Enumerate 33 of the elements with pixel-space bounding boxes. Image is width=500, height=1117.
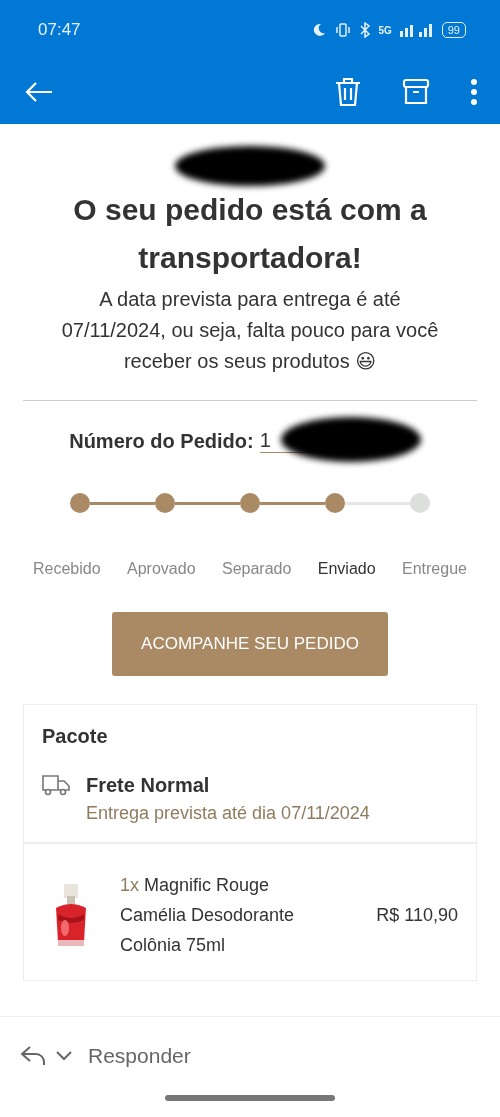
- track-order-button[interactable]: ACOMPANHE SEU PEDIDO: [112, 612, 388, 676]
- back-button[interactable]: [24, 80, 54, 104]
- headline: O seu pedido está com a transportadora!: [72, 192, 428, 276]
- delete-button[interactable]: [334, 77, 362, 107]
- product-price: R$ 110,90: [376, 904, 458, 926]
- step-label: Aprovado: [127, 560, 196, 578]
- bluetooth-icon: [360, 22, 371, 38]
- archive-button[interactable]: [402, 78, 430, 106]
- reply-button[interactable]: Responder: [82, 1044, 191, 1068]
- step-label: Entregue: [402, 560, 467, 578]
- network-label: 5G: [378, 24, 392, 36]
- order-label: Número do Pedido:: [69, 429, 254, 453]
- more-button[interactable]: [470, 78, 478, 106]
- step-label: Enviado: [317, 560, 376, 578]
- message-text: A data prevista para entrega é até 07/11/2024, ou seja, falta pouco para você receber os seus produtos 😃: [60, 287, 440, 374]
- chevron-down-icon[interactable]: [56, 1051, 72, 1061]
- step-connector: [175, 501, 240, 505]
- step-label: Recebido: [33, 560, 101, 578]
- step-connector: [90, 501, 155, 505]
- step-label: Separado: [221, 560, 292, 578]
- shipping-method: Frete Normal: [86, 774, 211, 797]
- truck-icon: [42, 774, 70, 796]
- reply-icon: [20, 1045, 46, 1067]
- step-connector: [260, 501, 325, 505]
- package-title: Pacote: [42, 725, 109, 748]
- vibrate-icon: [334, 23, 353, 37]
- battery-level: 99: [441, 22, 466, 38]
- order-number[interactable]: 1: [259, 429, 271, 453]
- clock-time: 07:47: [38, 20, 81, 40]
- delivery-estimate: Entrega prevista até dia 07/11/2024: [86, 803, 370, 824]
- moon-icon: [312, 23, 327, 37]
- signal-icon: [399, 23, 434, 37]
- product-name: 1x Magnific Rouge Camélia Desodorante Colônia 75ml: [120, 874, 296, 957]
